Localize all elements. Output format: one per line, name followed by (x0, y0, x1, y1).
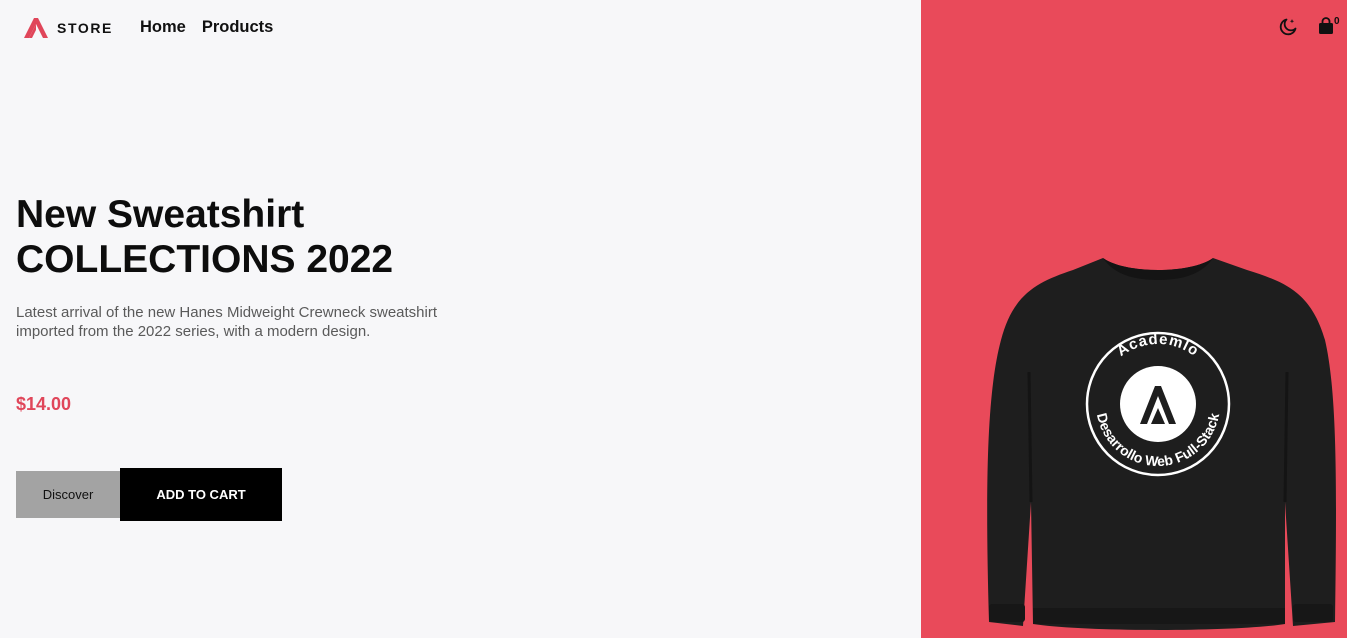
cart-button[interactable]: 0 (1318, 16, 1340, 39)
academlo-a-logo-icon (24, 18, 48, 38)
top-header: STORE Home Products 0 (0, 0, 1347, 56)
sweatshirt-product-image: Academlo Desarrollo Web Full-Stack (987, 258, 1336, 630)
product-price: $14.00 (16, 394, 72, 414)
nav-home-link[interactable]: Home (140, 18, 186, 37)
hero-title: New Sweatshirt COLLECTIONS 2022 (16, 192, 576, 282)
hero-description: Latest arrival of the new Hanes Midweigh… (16, 304, 438, 340)
moon-star-icon (1279, 18, 1297, 36)
cart-count-badge: 0 (1334, 16, 1340, 27)
theme-toggle-button[interactable] (1278, 17, 1300, 39)
hero-title-line-2: COLLECTIONS 2022 (16, 238, 394, 281)
add-to-cart-button[interactable]: ADD TO CART (120, 468, 282, 521)
discover-button[interactable]: Discover (16, 471, 120, 518)
main-nav: Home Products (140, 18, 273, 37)
store-logo[interactable]: STORE (23, 17, 113, 39)
store-name: STORE (57, 20, 113, 36)
shopping-bag-icon (1319, 17, 1333, 34)
hero-title-line-1: New Sweatshirt (16, 193, 305, 236)
nav-products-link[interactable]: Products (202, 18, 274, 37)
